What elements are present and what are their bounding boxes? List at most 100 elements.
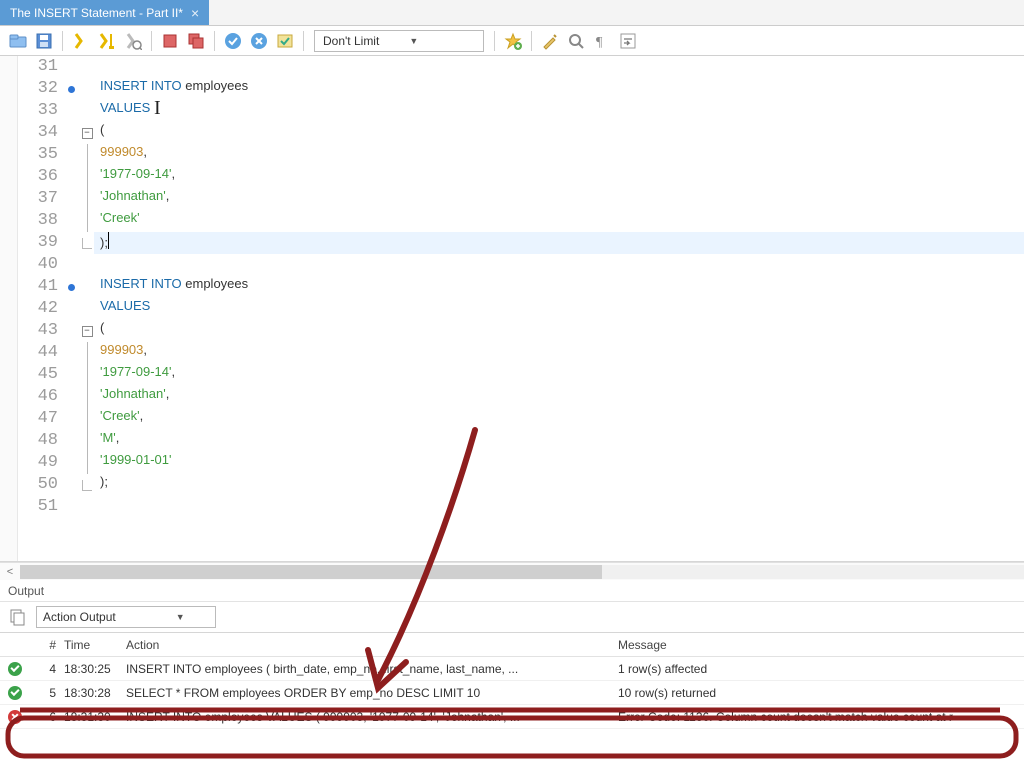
code-line[interactable]: 'Creek', — [94, 408, 1024, 430]
save-icon[interactable] — [32, 29, 56, 53]
cell-message: 1 row(s) affected — [618, 662, 1024, 676]
code-line[interactable]: 'M', — [94, 430, 1024, 452]
execute-icon[interactable] — [69, 29, 93, 53]
code-line[interactable]: '1977-09-14', — [94, 166, 1024, 188]
fold-indicator[interactable]: − — [80, 122, 94, 144]
fold-indicator — [80, 78, 94, 100]
code-line[interactable] — [94, 56, 1024, 78]
fold-indicator — [80, 430, 94, 452]
favorite-icon[interactable] — [501, 29, 525, 53]
beautify-icon[interactable] — [538, 29, 562, 53]
code-line[interactable]: INSERT INTO employees — [94, 78, 1024, 100]
code-line[interactable]: ( — [94, 122, 1024, 144]
gutter-mark — [66, 452, 80, 474]
grid-row[interactable]: 418:30:25INSERT INTO employees ( birth_d… — [0, 657, 1024, 681]
line-number: 37 — [18, 188, 66, 210]
fold-indicator — [80, 56, 94, 78]
output-toolbar: Action Output ▼ — [0, 602, 1024, 632]
cell-time: 18:30:25 — [64, 662, 126, 676]
stop-all-icon[interactable] — [184, 29, 208, 53]
gutter-mark — [66, 210, 80, 232]
code-line[interactable] — [94, 496, 1024, 518]
line-number: 46 — [18, 386, 66, 408]
scrollbar-thumb[interactable] — [20, 565, 602, 579]
gutter-mark — [66, 78, 80, 100]
scrollbar-track[interactable] — [20, 565, 1024, 579]
code-line[interactable]: INSERT INTO employees — [94, 276, 1024, 298]
code-line[interactable]: ( — [94, 320, 1024, 342]
editor-tab[interactable]: The INSERT Statement - Part II* × — [0, 0, 209, 25]
code-line[interactable]: ); — [94, 232, 1024, 254]
code-line[interactable]: 'Johnathan', — [94, 188, 1024, 210]
gutter-mark — [66, 122, 80, 144]
code-line[interactable]: 999903, — [94, 144, 1024, 166]
gutter-mark — [66, 166, 80, 188]
cell-index: 6 — [30, 710, 64, 724]
autocommit-icon[interactable] — [273, 29, 297, 53]
gutter-mark — [66, 56, 80, 78]
line-number: 42 — [18, 298, 66, 320]
cell-action: INSERT INTO employees ( birth_date, emp_… — [126, 662, 618, 676]
open-icon[interactable] — [6, 29, 30, 53]
sql-editor[interactable]: 3132INSERT INTO employees33VALUES I34−(3… — [0, 56, 1024, 562]
execute-current-icon[interactable] — [95, 29, 119, 53]
cell-action: INSERT INTO employees VALUES ( 999903, '… — [126, 710, 618, 724]
cell-message: Error Code: 1136. Column count doesn't m… — [618, 710, 1024, 724]
code-line[interactable]: VALUES I — [94, 100, 1024, 122]
limit-rows-label: Don't Limit — [323, 34, 379, 48]
cell-index: 4 — [30, 662, 64, 676]
fold-indicator — [80, 166, 94, 188]
toolbar: Don't Limit ▼ ¶ — [0, 26, 1024, 56]
col-message: Message — [618, 638, 1024, 652]
grid-row[interactable]: 518:30:28SELECT * FROM employees ORDER B… — [0, 681, 1024, 705]
fold-indicator — [80, 496, 94, 518]
line-number: 33 — [18, 100, 66, 122]
limit-rows-select[interactable]: Don't Limit ▼ — [314, 30, 484, 52]
line-number: 38 — [18, 210, 66, 232]
close-icon[interactable]: × — [191, 6, 199, 20]
gutter-mark — [66, 100, 80, 122]
line-number: 44 — [18, 342, 66, 364]
tab-bar: The INSERT Statement - Part II* × — [0, 0, 1024, 26]
code-line[interactable]: 'Johnathan', — [94, 386, 1024, 408]
code-line[interactable]: ); — [94, 474, 1024, 496]
fold-indicator — [80, 474, 94, 496]
code-line[interactable]: '1977-09-14', — [94, 364, 1024, 386]
horizontal-scrollbar[interactable]: < — [0, 562, 1024, 580]
scroll-left-icon[interactable]: < — [0, 566, 20, 578]
code-line[interactable]: VALUES — [94, 298, 1024, 320]
fold-indicator[interactable]: − — [80, 320, 94, 342]
gutter-mark — [66, 188, 80, 210]
find-icon[interactable] — [564, 29, 588, 53]
code-line[interactable]: 'Creek' — [94, 210, 1024, 232]
wrap-icon[interactable] — [616, 29, 640, 53]
cell-index: 5 — [30, 686, 64, 700]
cell-time: 18:31:30 — [64, 710, 126, 724]
chevron-down-icon: ▼ — [176, 612, 185, 622]
line-number: 49 — [18, 452, 66, 474]
commit-icon[interactable] — [221, 29, 245, 53]
svg-text:¶: ¶ — [596, 35, 603, 50]
line-number: 41 — [18, 276, 66, 298]
explain-icon[interactable] — [121, 29, 145, 53]
code-line[interactable]: '1999-01-01' — [94, 452, 1024, 474]
rollback-icon[interactable] — [247, 29, 271, 53]
output-type-select[interactable]: Action Output ▼ — [36, 606, 216, 628]
fold-indicator — [80, 100, 94, 122]
code-line[interactable] — [94, 254, 1024, 276]
gutter-mark — [66, 276, 80, 298]
fold-indicator — [80, 408, 94, 430]
invisible-chars-icon[interactable]: ¶ — [590, 29, 614, 53]
line-number: 50 — [18, 474, 66, 496]
code-line[interactable]: 999903, — [94, 342, 1024, 364]
output-type-label: Action Output — [43, 610, 116, 624]
output-panel-label: Output — [0, 580, 1024, 602]
copy-output-icon[interactable] — [8, 608, 26, 626]
cell-message: 10 row(s) returned — [618, 686, 1024, 700]
fold-indicator — [80, 452, 94, 474]
fold-indicator — [80, 298, 94, 320]
gutter-mark — [66, 144, 80, 166]
col-index: # — [30, 638, 64, 652]
grid-row[interactable]: 618:31:30INSERT INTO employees VALUES ( … — [0, 705, 1024, 729]
stop-icon[interactable] — [158, 29, 182, 53]
